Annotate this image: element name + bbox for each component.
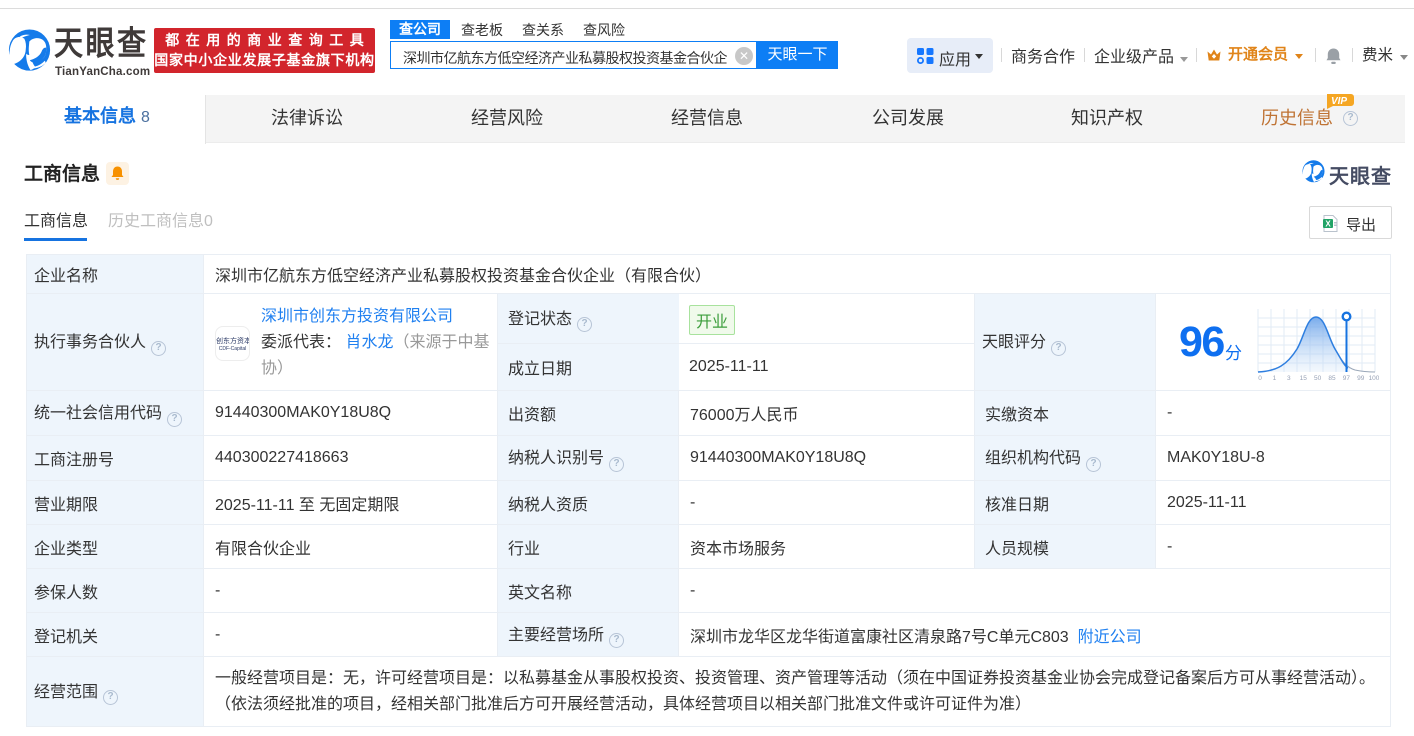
svg-text:3: 3 — [1287, 375, 1291, 382]
svg-text:0: 0 — [1258, 375, 1262, 382]
svg-text:50: 50 — [1314, 375, 1322, 382]
svg-text:1: 1 — [1273, 375, 1277, 382]
svg-text:85: 85 — [1328, 375, 1336, 382]
svg-text:99: 99 — [1357, 375, 1365, 382]
svg-text:15: 15 — [1300, 375, 1308, 382]
svg-text:VIP: VIP — [1331, 96, 1347, 107]
svg-text:X: X — [1325, 220, 1331, 229]
svg-text:100: 100 — [1369, 375, 1379, 382]
svg-text:97: 97 — [1343, 375, 1351, 382]
